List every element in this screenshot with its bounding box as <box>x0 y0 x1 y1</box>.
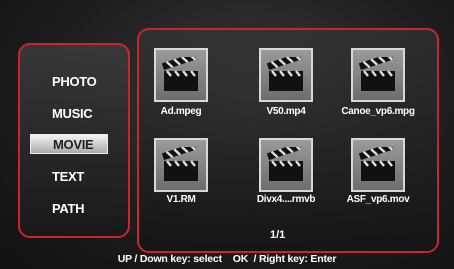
file-name: Divx4....rmvb <box>256 194 316 205</box>
clapperboard-icon <box>266 57 303 91</box>
file-browser-panel: Ad.mpeg V50.mp4 Canoe_vp6.mpg V1.RM Divx… <box>137 28 439 253</box>
file-tile-ad-mpeg[interactable] <box>154 48 208 102</box>
page-indicator: 1/1 <box>270 229 286 241</box>
file-name: Ad.mpeg <box>160 106 202 117</box>
clapperboard-icon <box>161 147 198 181</box>
category-sidebar: PHOTO MUSIC MOVIE TEXT PATH <box>18 43 130 238</box>
file-tile-v1-rm[interactable] <box>154 138 208 192</box>
clapperboard-icon <box>161 57 198 91</box>
file-tile-asf-vp6-mov[interactable] <box>351 138 405 192</box>
clapperboard-icon <box>358 57 395 91</box>
sidebar-item-photo[interactable]: PHOTO <box>20 71 128 91</box>
key-hint: UP / Down key: select OK / Right key: En… <box>117 253 337 265</box>
file-tile-v50-mp4[interactable] <box>259 48 313 102</box>
clapperboard-icon <box>266 147 303 181</box>
file-name: ASF_vp6.mov <box>346 194 410 205</box>
file-name: Canoe_vp6.mpg <box>341 106 415 117</box>
file-tile-canoe-vp6-mpg[interactable] <box>351 48 405 102</box>
file-tile-divx4-rmvb[interactable] <box>259 138 313 192</box>
file-name: V50.mp4 <box>266 106 306 117</box>
sidebar-item-path[interactable]: PATH <box>20 198 128 218</box>
clapperboard-icon <box>358 147 395 181</box>
file-name: V1.RM <box>166 194 196 205</box>
sidebar-item-movie[interactable]: MOVIE <box>30 134 108 154</box>
sidebar-item-music[interactable]: MUSIC <box>20 103 128 123</box>
sidebar-item-text[interactable]: TEXT <box>20 166 128 186</box>
